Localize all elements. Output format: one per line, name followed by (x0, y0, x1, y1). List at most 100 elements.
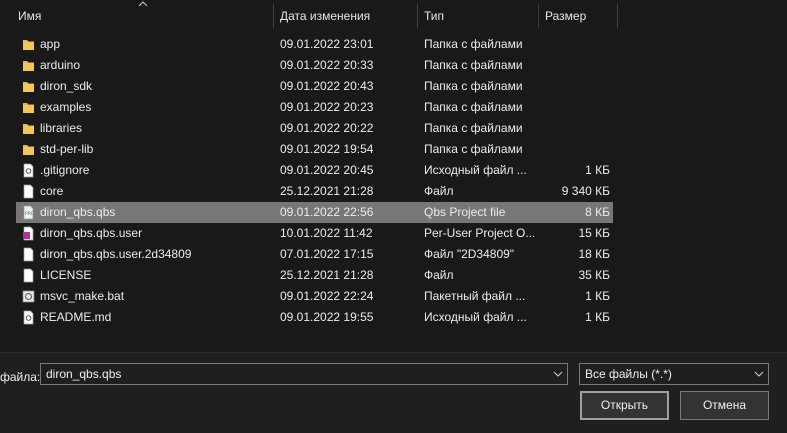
folder-icon (22, 79, 35, 94)
file-type: Исходный файл ... (424, 310, 527, 324)
file-size (536, 139, 610, 160)
folder-icon (22, 58, 35, 73)
qbs-project-icon: PRO (22, 205, 35, 220)
file-size: 15 КБ (578, 226, 610, 240)
file-date: 09.01.2022 22:24 (280, 289, 374, 303)
file-icon (22, 247, 35, 262)
cancel-button[interactable]: Отмена (680, 391, 769, 420)
file-size (536, 76, 610, 97)
file-date: 09.01.2022 20:45 (280, 163, 374, 177)
file-date: 09.01.2022 19:55 (280, 310, 374, 324)
source-file-icon (22, 310, 35, 325)
chevron-down-icon[interactable] (549, 364, 567, 384)
file-name: diron_qbs.qbs.user (40, 226, 143, 240)
file-type: Пакетный файл ... (424, 289, 526, 303)
file-size: 35 КБ (578, 268, 610, 282)
file-type: Папка с файлами (424, 37, 523, 51)
file-date: 09.01.2022 20:43 (280, 79, 374, 93)
file-row[interactable]: .gitignore 09.01.2022 20:45 Исходный файл … (16, 160, 613, 181)
file-icon (22, 268, 35, 283)
user-project-icon (22, 226, 35, 241)
file-name: app (40, 37, 61, 51)
column-divider[interactable] (273, 4, 274, 28)
batch-file-icon (22, 289, 35, 304)
filetype-value: Все файлы (*.*) (585, 367, 672, 381)
file-size: 9 340 КБ (561, 184, 610, 198)
file-type: Папка с файлами (424, 79, 523, 93)
file-row[interactable]: std-per-lib 09.01.2022 19:54 Папка с файла… (16, 139, 613, 160)
source-file-icon (22, 163, 35, 178)
open-button[interactable]: Открыть (580, 391, 669, 420)
file-date: 09.01.2022 20:22 (280, 121, 374, 135)
file-row[interactable]: msvc_make.bat 09.01.2022 22:24 Пакетный фа… (16, 286, 613, 307)
file-name: examples (40, 100, 92, 114)
column-header-name-label: Имя (18, 9, 42, 23)
file-type: Файл (424, 184, 454, 198)
file-row[interactable]: core 25.12.2021 21:28 Файл 9 340 КБ (16, 181, 613, 202)
file-date: 09.01.2022 22:56 (280, 205, 374, 219)
column-divider[interactable] (617, 4, 618, 28)
column-divider[interactable] (538, 4, 539, 28)
column-header-date-label: Дата изменения (280, 9, 371, 23)
file-row[interactable]: PRO diron_qbs.qbs 09.01.2022 22:56 Qbs Proj… (16, 202, 613, 223)
file-row[interactable]: libraries 09.01.2022 20:22 Папка с файлами (16, 118, 613, 139)
file-name: std-per-lib (40, 142, 94, 156)
file-date: 09.01.2022 20:33 (280, 58, 374, 72)
file-name: arduino (40, 58, 81, 72)
filetype-select[interactable]: Все файлы (*.*) (579, 363, 769, 385)
file-list[interactable]: Имя Дата изменения Тип Размер app 09.01.2… (0, 0, 787, 352)
file-row[interactable]: README.md 09.01.2022 19:55 Исходный файл .… (16, 307, 613, 328)
file-row[interactable]: diron_sdk 09.01.2022 20:43 Папка с файлами (16, 76, 613, 97)
file-date: 09.01.2022 20:23 (280, 100, 374, 114)
filename-value: diron_qbs.qbs (46, 367, 122, 381)
file-name: core (40, 184, 64, 198)
column-header-bar: Имя Дата изменения Тип Размер (0, 0, 787, 28)
file-name: msvc_make.bat (40, 289, 125, 303)
file-row[interactable]: diron_qbs.qbs.user.2d34809 07.01.2022 17:… (16, 244, 613, 265)
file-size (536, 97, 610, 118)
file-type: Per-User Project O... (424, 226, 534, 240)
file-type: Папка с файлами (424, 142, 523, 156)
filename-input[interactable]: diron_qbs.qbs (40, 363, 568, 385)
file-size: 1 КБ (585, 289, 610, 303)
file-size (536, 118, 610, 139)
file-size: 1 КБ (585, 163, 610, 177)
folder-icon (22, 142, 35, 157)
filename-label: файла: (0, 370, 41, 384)
column-header-date[interactable]: Дата изменения (280, 0, 415, 28)
file-date: 07.01.2022 17:15 (280, 247, 374, 261)
file-row[interactable]: LICENSE 25.12.2021 21:28 Файл 35 КБ (16, 265, 613, 286)
file-size: 1 КБ (585, 310, 610, 324)
file-size: 8 КБ (585, 205, 610, 219)
column-header-type[interactable]: Тип (424, 0, 534, 28)
column-header-size[interactable]: Размер (545, 0, 615, 28)
column-header-type-label: Тип (424, 9, 445, 23)
file-size (536, 34, 610, 55)
file-type: Исходный файл ... (424, 163, 527, 177)
folder-icon (22, 100, 35, 115)
file-name: diron_qbs.qbs.user.2d34809 (40, 247, 192, 261)
file-type: Папка с файлами (424, 121, 523, 135)
file-icon (22, 184, 35, 199)
dialog-footer: файла: diron_qbs.qbs Все файлы (*.*) Отк… (0, 352, 787, 433)
file-row[interactable]: arduino 09.01.2022 20:33 Папка с файлами (16, 55, 613, 76)
file-date: 25.12.2021 21:28 (280, 184, 374, 198)
file-row[interactable]: diron_qbs.qbs.user 10.01.2022 11:42 Per-Us… (16, 223, 613, 244)
file-type: Папка с файлами (424, 100, 523, 114)
folder-icon (22, 121, 35, 136)
file-type: Файл "2D34809" (424, 247, 515, 261)
column-divider[interactable] (417, 4, 418, 28)
file-row[interactable]: app 09.01.2022 23:01 Папка с файлами (16, 34, 613, 55)
file-type: Qbs Project file (424, 205, 506, 219)
file-date: 25.12.2021 21:28 (280, 268, 374, 282)
sort-ascending-icon (139, 1, 147, 7)
file-date: 10.01.2022 11:42 (280, 226, 373, 240)
file-name: libraries (40, 121, 83, 135)
file-date: 09.01.2022 23:01 (280, 37, 374, 51)
file-size (536, 55, 610, 76)
file-row[interactable]: examples 09.01.2022 20:23 Папка с файлами (16, 97, 613, 118)
folder-icon (22, 37, 35, 52)
column-header-size-label: Размер (545, 9, 587, 23)
file-name: README.md (40, 310, 112, 324)
file-name: diron_sdk (40, 79, 93, 93)
